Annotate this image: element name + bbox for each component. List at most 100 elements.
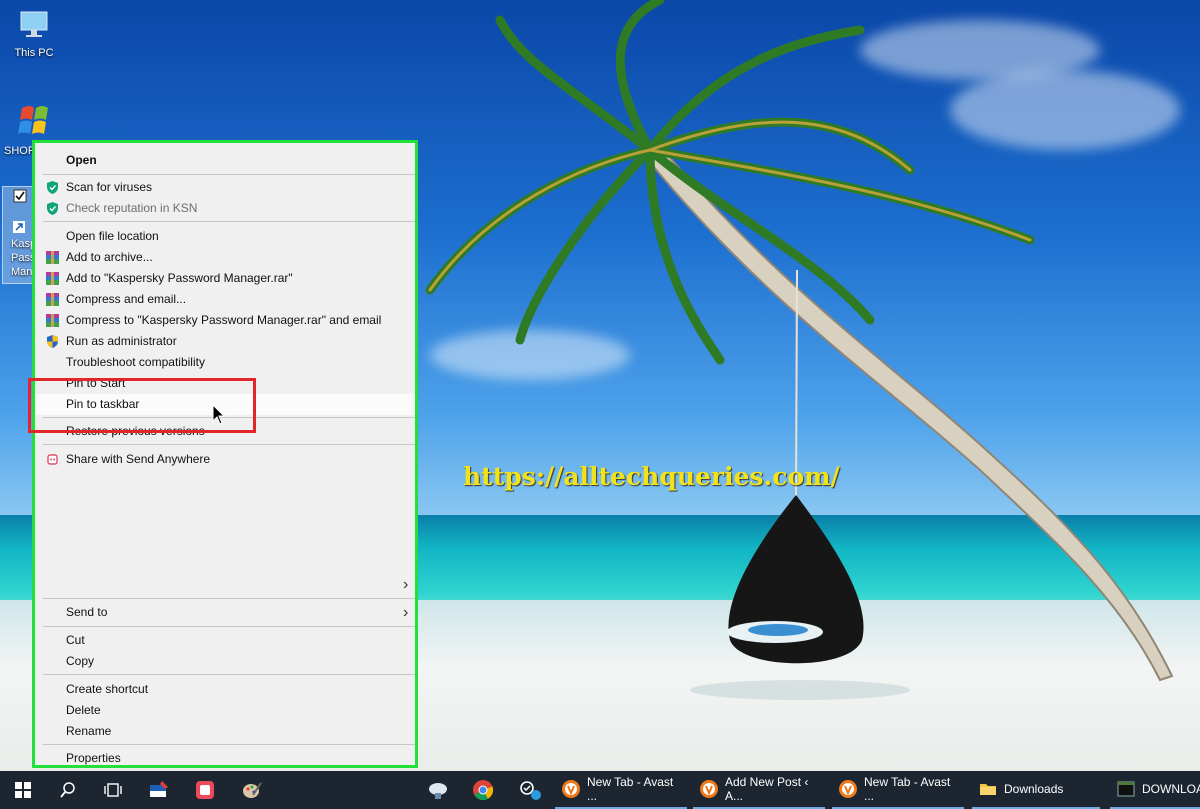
windows-start-icon xyxy=(15,782,31,798)
menu-item-add-to-rar[interactable]: Add to "Kaspersky Password Manager.rar" xyxy=(35,268,415,289)
menu-item-label: Run as administrator xyxy=(66,334,177,348)
context-menu: Open Scan for viruses Check reputation i… xyxy=(32,140,418,768)
menu-separator xyxy=(43,674,415,675)
menu-separator xyxy=(43,417,415,418)
menu-item-label: Open xyxy=(66,153,97,167)
folder-icon xyxy=(980,784,996,795)
taskbar-task-label: Add New Post ‹ A... xyxy=(725,775,809,803)
taskbar-app-paint[interactable] xyxy=(146,771,172,809)
menu-item-run-as-administrator[interactable]: Run as administrator xyxy=(35,331,415,352)
menu-item-label: Troubleshoot compatibility xyxy=(66,355,205,369)
winrar-icon xyxy=(46,293,59,306)
uac-shield-icon xyxy=(47,335,58,348)
menu-item-label: Compress and email... xyxy=(66,292,187,306)
menu-item-share-with-send-anywhere[interactable]: Share with Send Anywhere xyxy=(35,449,415,470)
menu-separator xyxy=(43,744,415,745)
menu-item-label: Share with Send Anywhere xyxy=(66,452,211,466)
chevron-right-icon: › xyxy=(403,604,409,621)
start-button[interactable] xyxy=(8,771,38,809)
menu-separator xyxy=(43,221,415,222)
menu-item-copy[interactable]: Copy xyxy=(35,651,415,672)
menu-item-add-to-archive[interactable]: Add to archive... xyxy=(35,247,415,268)
taskbar-task-label: New Tab - Avast ... xyxy=(864,775,951,803)
avast-browser-icon xyxy=(839,780,857,798)
taskbar-task-label: DOWNLOAD xyxy=(1142,782,1200,796)
menu-separator xyxy=(43,598,415,599)
taskbar: New Tab - Avast ... Add New Post ‹ A... … xyxy=(0,771,1200,809)
menu-item-compress-and-email[interactable]: Compress and email... xyxy=(35,289,415,310)
menu-item-troubleshoot-compatibility[interactable]: Troubleshoot compatibility xyxy=(35,352,415,373)
menu-item-label: Rename xyxy=(66,724,112,738)
menu-item-send-to[interactable]: Send to › xyxy=(35,602,415,623)
tools-app-icon xyxy=(520,781,541,800)
winrar-icon xyxy=(46,272,59,285)
menu-item-rename[interactable]: Rename xyxy=(35,721,415,742)
taskbar-task-downloads[interactable]: Downloads xyxy=(972,771,1100,809)
taskbar-app-cloud[interactable] xyxy=(425,771,451,809)
menu-item-label: Open file location xyxy=(66,229,159,243)
shortcut-icon xyxy=(13,221,25,233)
taskbar-app-snip[interactable] xyxy=(192,771,218,809)
menu-item-label: Pin to taskbar xyxy=(66,397,140,411)
taskbar-app-paint-3d[interactable] xyxy=(239,771,265,809)
cloud-app-icon xyxy=(429,783,447,799)
taskbar-task-label: New Tab - Avast ... xyxy=(587,775,674,803)
desktop-icon-this-pc[interactable]: This PC xyxy=(4,8,64,59)
task-view-icon xyxy=(104,783,122,797)
menu-item-label: Scan for viruses xyxy=(66,180,153,194)
windows-flag-icon xyxy=(18,106,48,134)
snip-app-icon xyxy=(196,781,214,799)
menu-item-label: Delete xyxy=(66,703,101,717)
desktop-icon-label: This PC xyxy=(14,47,54,59)
search-icon xyxy=(60,782,75,798)
menu-item-unlabeled-submenu[interactable]: › xyxy=(35,574,415,595)
taskbar-task-new-tab-avast-2[interactable]: New Tab - Avast ... xyxy=(832,771,964,809)
menu-item-cut[interactable]: Cut xyxy=(35,630,415,651)
menu-item-label: Add to archive... xyxy=(66,250,153,264)
menu-item-create-shortcut[interactable]: Create shortcut xyxy=(35,679,415,700)
menu-item-label: Properties xyxy=(66,751,121,765)
winrar-icon xyxy=(46,314,59,327)
menu-separator xyxy=(43,626,415,627)
taskbar-app-chrome[interactable] xyxy=(470,771,496,809)
taskbar-app-tools[interactable] xyxy=(515,771,545,809)
taskbar-task-new-tab-avast[interactable]: New Tab - Avast ... xyxy=(555,771,687,809)
menu-item-label: Cut xyxy=(66,633,85,647)
paint-brush-icon xyxy=(243,782,262,798)
menu-item-properties[interactable]: Properties xyxy=(35,748,415,769)
menu-item-label: Send to xyxy=(66,605,108,619)
menu-item-open[interactable]: Open xyxy=(35,150,415,171)
search-button[interactable] xyxy=(56,771,80,809)
menu-item-label: Create shortcut xyxy=(66,682,149,696)
menu-item-label: Restore previous versions xyxy=(66,424,205,438)
chrome-icon xyxy=(473,780,494,801)
kaspersky-shield-icon xyxy=(47,202,58,215)
menu-item-scan-for-viruses[interactable]: Scan for viruses xyxy=(35,177,415,198)
paint-app-icon xyxy=(150,781,168,797)
taskbar-task-add-new-post[interactable]: Add New Post ‹ A... xyxy=(693,771,825,809)
menu-item-label: Check reputation in KSN xyxy=(66,201,198,215)
menu-item-label: Compress to "Kaspersky Password Manager.… xyxy=(66,313,382,327)
avast-browser-icon xyxy=(562,780,580,798)
menu-item-pin-to-start[interactable]: Pin to Start xyxy=(35,373,415,394)
menu-item-open-file-location[interactable]: Open file location xyxy=(35,226,415,247)
checkbox-icon xyxy=(13,189,27,203)
menu-item-compress-to-rar-and-email[interactable]: Compress to "Kaspersky Password Manager.… xyxy=(35,310,415,331)
taskbar-task-download-cmd[interactable]: DOWNLOAD xyxy=(1110,771,1200,809)
chevron-right-icon: › xyxy=(403,576,409,593)
menu-item-check-reputation: Check reputation in KSN xyxy=(35,198,415,219)
menu-item-label: Add to "Kaspersky Password Manager.rar" xyxy=(66,271,293,285)
menu-separator xyxy=(43,174,415,175)
send-anywhere-icon xyxy=(47,454,58,465)
task-view-button[interactable] xyxy=(101,771,125,809)
monitor-icon xyxy=(20,11,48,37)
menu-separator xyxy=(43,444,415,445)
terminal-icon xyxy=(1117,781,1135,797)
menu-item-delete[interactable]: Delete xyxy=(35,700,415,721)
kaspersky-shield-icon xyxy=(47,181,58,194)
mouse-cursor-icon xyxy=(212,404,226,425)
taskbar-task-label: Downloads xyxy=(1004,782,1064,796)
menu-item-label: Pin to Start xyxy=(66,376,126,390)
menu-item-label: Copy xyxy=(66,654,95,668)
winrar-icon xyxy=(46,251,59,264)
